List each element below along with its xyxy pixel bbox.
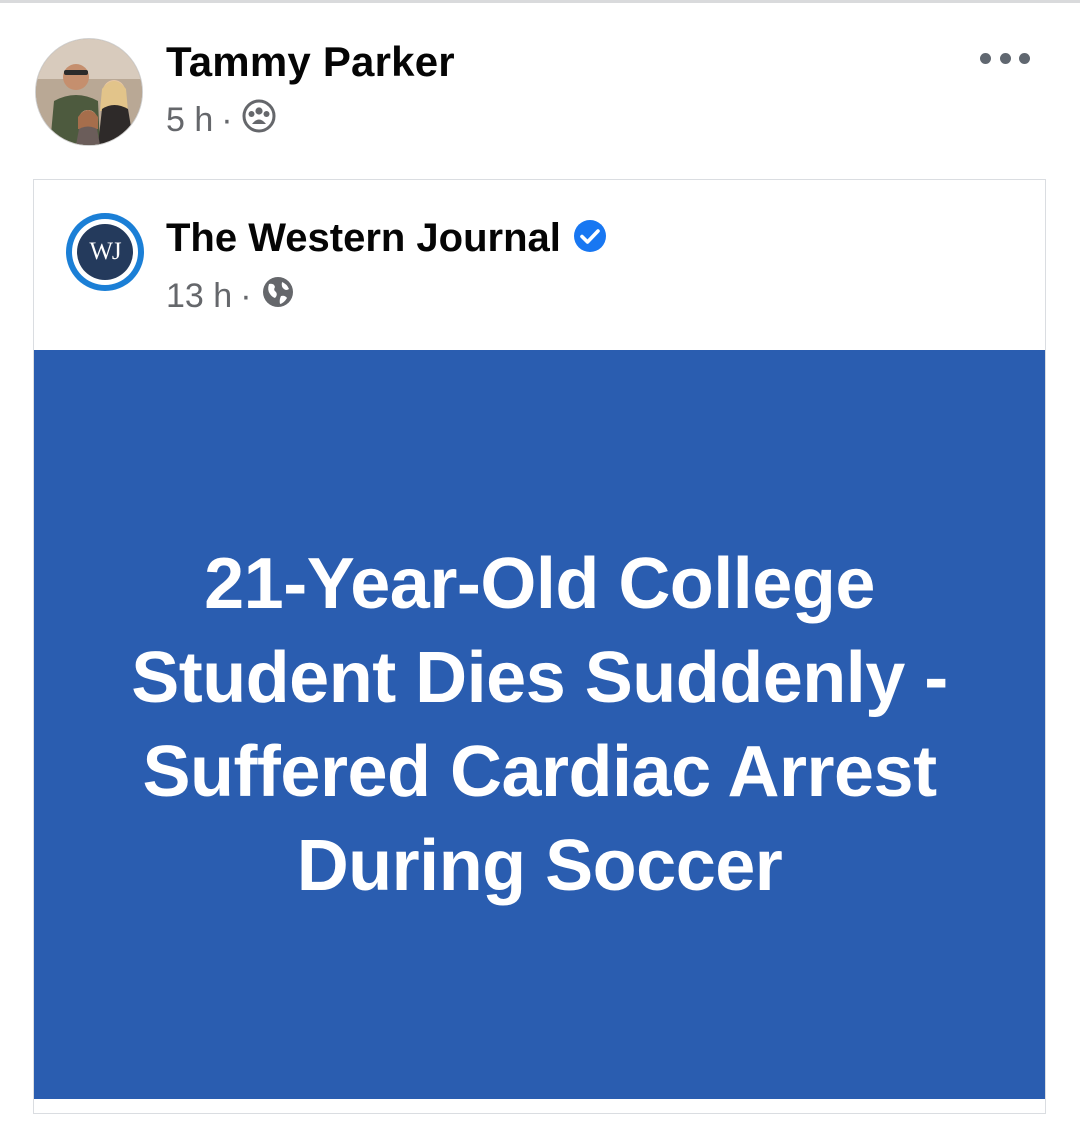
friends-icon xyxy=(241,98,277,143)
avatar-photo xyxy=(36,39,142,145)
post-header: Tammy Parker 5 h · xyxy=(0,0,1080,170)
meta-separator: · xyxy=(240,276,252,315)
shared-post-meta: 13 h · xyxy=(166,276,296,316)
globe-icon xyxy=(260,274,296,319)
more-dot xyxy=(1019,52,1030,64)
author-name[interactable]: Tammy Parker xyxy=(166,38,455,86)
page-name[interactable]: The Western Journal xyxy=(166,216,561,261)
shared-post-timestamp[interactable]: 13 h xyxy=(166,277,232,316)
shared-post-card[interactable]: WJ The Western Journal 13 h · 21-Year-Ol… xyxy=(33,179,1046,1114)
more-dot xyxy=(999,52,1011,64)
more-dot xyxy=(980,52,991,64)
post-meta: 5 h · xyxy=(166,98,277,143)
page-logo[interactable]: WJ xyxy=(66,213,144,291)
more-options-button[interactable] xyxy=(980,46,1030,70)
author-avatar[interactable] xyxy=(35,38,143,146)
page-name-row: The Western Journal xyxy=(166,216,607,261)
meta-separator: · xyxy=(221,100,233,139)
link-preview-image[interactable]: 21-Year-Old College Student Dies Suddenl… xyxy=(34,350,1045,1099)
post-timestamp[interactable]: 5 h xyxy=(166,101,213,140)
verified-badge-icon xyxy=(573,219,607,258)
headline-text: 21-Year-Old College Student Dies Suddenl… xyxy=(131,543,948,906)
logo-mark: WJ xyxy=(77,224,133,280)
